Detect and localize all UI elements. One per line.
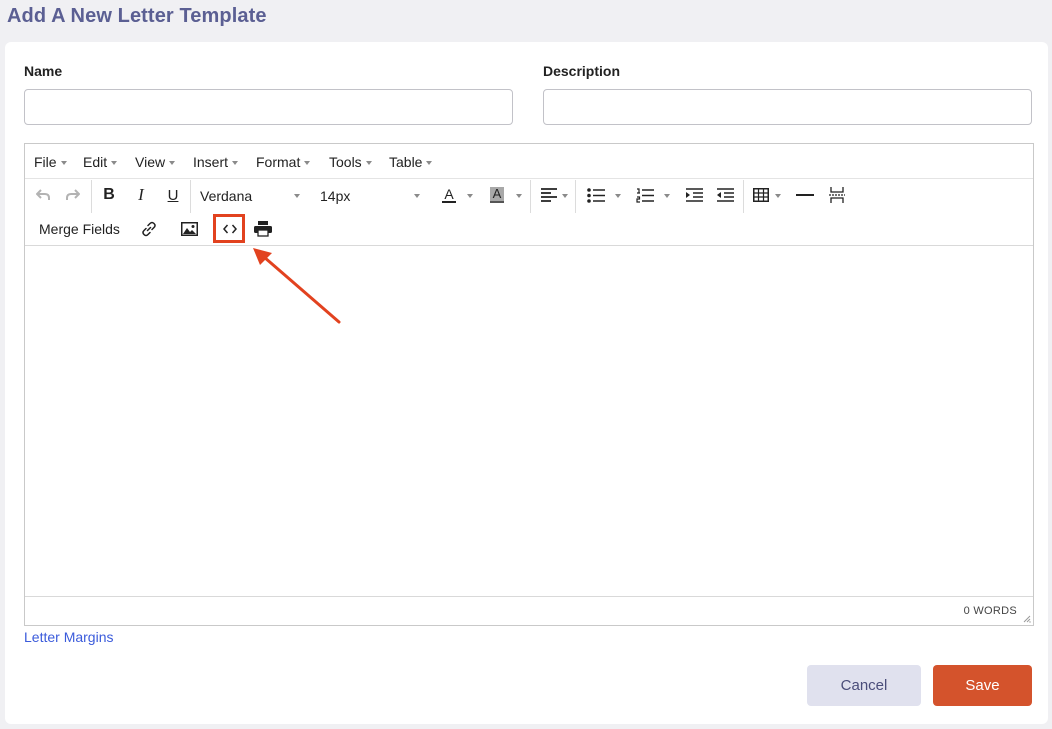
background-color-button[interactable]: A: [486, 184, 508, 206]
chevron-down-icon: [664, 194, 670, 198]
chevron-down-icon: [426, 161, 433, 165]
redo-button[interactable]: [63, 184, 83, 206]
print-icon: [254, 221, 272, 237]
chevron-down-icon: [775, 194, 781, 198]
save-button[interactable]: Save: [933, 665, 1032, 706]
bold-button[interactable]: B: [99, 184, 119, 206]
editor-content-area[interactable]: [25, 246, 1033, 596]
editor-statusbar: 0 WORDS: [25, 596, 1033, 625]
chevron-down-icon: [615, 194, 621, 198]
underline-button[interactable]: U: [163, 184, 183, 206]
horizontal-rule-icon: [796, 194, 814, 196]
chevron-down-icon: [232, 161, 239, 165]
align-button[interactable]: [539, 184, 559, 206]
rich-text-editor: File Edit View Insert Format Tools Table…: [24, 143, 1034, 626]
page-break-button[interactable]: [826, 184, 848, 206]
undo-button[interactable]: [33, 184, 53, 206]
underline-icon: U: [167, 186, 179, 204]
bold-icon: B: [103, 186, 115, 203]
text-color-button[interactable]: A: [438, 184, 460, 206]
menu-view-label: View: [135, 154, 166, 170]
link-icon: [142, 221, 156, 237]
editor-menubar: File Edit View Insert Format Tools Table: [25, 144, 1033, 179]
print-button[interactable]: [252, 218, 274, 240]
description-input[interactable]: [543, 89, 1032, 125]
menu-view[interactable]: View: [135, 154, 176, 170]
toolbar-separator: [743, 180, 744, 213]
page-break-icon: [829, 187, 845, 203]
bullet-list-icon: [587, 187, 605, 203]
chevron-down-icon: [562, 194, 568, 198]
resize-handle-icon[interactable]: [1021, 613, 1031, 623]
menu-tools[interactable]: Tools: [329, 154, 372, 170]
redo-icon: [66, 189, 80, 200]
page-title: Add A New Letter Template: [7, 5, 267, 27]
chevron-down-icon: [467, 194, 473, 198]
menu-tools-label: Tools: [329, 154, 362, 170]
table-icon: [753, 188, 769, 202]
menu-insert[interactable]: Insert: [193, 154, 239, 170]
chevron-down-icon: [60, 161, 67, 165]
undo-icon: [36, 189, 50, 200]
insert-link-button[interactable]: [138, 218, 160, 240]
indent-button[interactable]: [683, 184, 705, 206]
indent-icon: [685, 187, 703, 202]
menu-insert-label: Insert: [193, 154, 229, 170]
outdent-icon: [716, 187, 734, 202]
chevron-down-icon: [111, 161, 118, 165]
menu-file-label: File: [34, 154, 57, 170]
chevron-down-icon: [516, 194, 522, 198]
merge-fields-label: Merge Fields: [39, 221, 120, 237]
chevron-down-icon: [414, 194, 420, 198]
menu-format-label: Format: [256, 154, 301, 170]
chevron-down-icon: [304, 161, 311, 165]
menu-format[interactable]: Format: [256, 154, 311, 170]
toolbar-separator: [190, 180, 191, 213]
bullet-list-button[interactable]: [586, 184, 606, 206]
annotation-arrow-icon: [253, 248, 341, 324]
toolbar-separator: [91, 180, 92, 213]
insert-image-button[interactable]: [178, 218, 200, 240]
image-icon: [180, 222, 198, 236]
menu-table-label: Table: [389, 154, 423, 170]
italic-button[interactable]: I: [131, 184, 151, 206]
letter-margins-link[interactable]: Letter Margins: [24, 629, 113, 645]
menu-edit-label: Edit: [83, 154, 108, 170]
toolbar-separator: [575, 180, 576, 213]
chevron-down-icon: [365, 161, 372, 165]
chevron-down-icon: [294, 194, 300, 198]
numbered-list-icon: [636, 187, 654, 203]
menu-edit[interactable]: Edit: [83, 154, 118, 170]
text-color-icon: A: [442, 186, 456, 203]
chevron-down-icon: [169, 161, 176, 165]
font-size-select[interactable]: 14px: [320, 188, 350, 204]
menu-file[interactable]: File: [34, 154, 67, 170]
italic-icon: I: [138, 185, 144, 204]
word-count: 0 WORDS: [963, 605, 1017, 617]
horizontal-rule-button[interactable]: [794, 184, 816, 206]
table-button[interactable]: [751, 184, 771, 206]
align-left-icon: [541, 188, 557, 202]
name-label: Name: [24, 63, 63, 79]
background-color-icon: A: [489, 187, 505, 203]
menu-table[interactable]: Table: [389, 154, 433, 170]
merge-fields-button[interactable]: Merge Fields: [39, 218, 120, 240]
font-size-value: 14px: [320, 188, 351, 204]
source-code-highlight: [213, 214, 245, 243]
numbered-list-button[interactable]: [635, 184, 655, 206]
description-label: Description: [543, 63, 621, 79]
name-input[interactable]: [24, 89, 513, 125]
font-family-select[interactable]: Verdana: [200, 188, 252, 204]
outdent-button[interactable]: [714, 184, 736, 206]
toolbar-separator: [530, 180, 531, 213]
cancel-button[interactable]: Cancel: [807, 665, 921, 706]
font-family-value: Verdana: [200, 188, 253, 204]
